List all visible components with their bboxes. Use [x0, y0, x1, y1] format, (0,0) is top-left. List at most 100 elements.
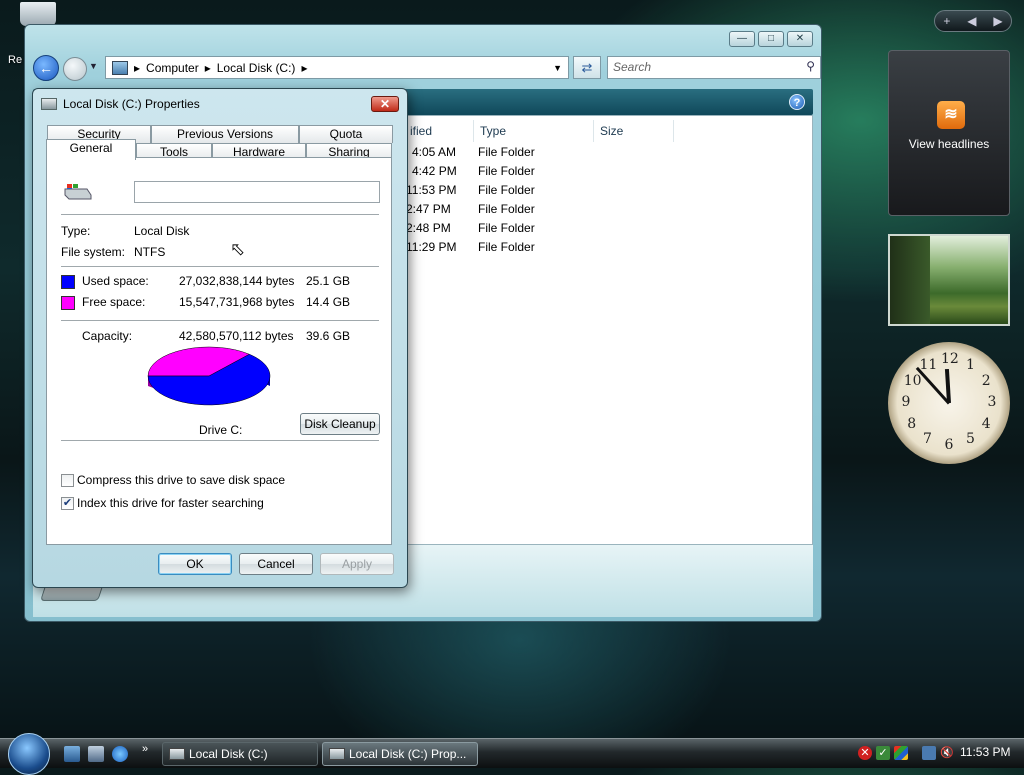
tab-general[interactable]: General: [46, 139, 136, 160]
drive-label: Drive C:: [199, 423, 243, 437]
disk-usage-pie: [147, 346, 271, 406]
taskbar-item-explorer[interactable]: Local Disk (C:): [162, 742, 318, 766]
sidebar-controls: + ◀ ▶: [934, 10, 1012, 32]
used-space-label: Used space:: [82, 274, 149, 288]
index-checkbox[interactable]: ✔: [61, 497, 74, 510]
add-gadget-icon[interactable]: +: [943, 14, 950, 28]
drive-icon: [64, 184, 92, 200]
clock-numeral: 11: [919, 356, 938, 373]
cancel-button[interactable]: Cancel: [239, 553, 313, 575]
feeds-text[interactable]: View headlines: [889, 137, 1009, 151]
free-space-gb: 14.4 GB: [306, 295, 351, 309]
divider: [61, 440, 379, 441]
update-icon[interactable]: ✓: [876, 746, 890, 760]
used-space-gb: 25.1 GB: [306, 274, 351, 288]
internet-explorer-icon[interactable]: [112, 746, 128, 762]
windows-flag-icon[interactable]: [894, 746, 908, 760]
clock-numeral: 8: [907, 415, 917, 432]
free-space-label: Free space:: [82, 295, 146, 309]
taskbar-item-label: Local Disk (C:): [189, 747, 268, 761]
volume-muted-icon[interactable]: 🔇: [940, 746, 954, 760]
cell-type: File Folder: [478, 145, 535, 159]
back-button[interactable]: ←: [33, 55, 59, 81]
address-dropdown-icon[interactable]: ▼: [553, 63, 562, 73]
clock-numeral: 10: [903, 372, 922, 389]
cell-type: File Folder: [478, 202, 535, 216]
previous-icon[interactable]: ◀: [967, 14, 976, 28]
drive-name-input[interactable]: [134, 181, 380, 203]
computer-icon: [112, 60, 128, 75]
quick-launch-overflow-icon[interactable]: »: [142, 743, 158, 759]
clock-gadget[interactable]: 1 2 3 4 5 6 7 8 9 10 11 12: [888, 342, 1010, 464]
clock-numeral: 4: [981, 415, 991, 432]
search-input[interactable]: Search ⚲: [607, 56, 821, 79]
refresh-button[interactable]: ⇄: [573, 56, 601, 79]
capacity-gb: 39.6 GB: [306, 329, 351, 343]
divider: [61, 320, 379, 321]
forward-button[interactable]: [63, 57, 87, 81]
cell-modified: 11:29 PM: [406, 240, 457, 254]
close-button[interactable]: ✕: [787, 31, 813, 47]
window-controls: — □ ✕: [729, 31, 813, 47]
minimize-button[interactable]: —: [729, 31, 755, 47]
cell-modified: 2:47 PM: [406, 202, 451, 216]
search-icon[interactable]: ⚲: [806, 59, 815, 73]
navigation-bar: ← ▼ ▸ Computer ▸ Local Disk (C:) ▸ ▼ ⇄ S…: [33, 55, 821, 81]
cell-type: File Folder: [478, 240, 535, 254]
maximize-button[interactable]: □: [758, 31, 784, 47]
breadcrumb-local-disk[interactable]: Local Disk (C:): [217, 61, 296, 75]
breadcrumb-computer[interactable]: Computer: [146, 61, 199, 75]
show-desktop-icon[interactable]: [64, 746, 80, 762]
cell-modified: 4:42 PM: [412, 164, 457, 178]
capacity-bytes: 42,580,570,112 bytes: [179, 329, 294, 343]
address-separator-icon: ▸: [134, 60, 141, 75]
clock-numeral: 7: [923, 431, 932, 448]
clock-time[interactable]: 11:53 PM: [960, 745, 1010, 759]
dialog-title: Local Disk (C:) Properties: [63, 97, 200, 111]
type-label: Type:: [61, 224, 91, 238]
mouse-cursor-icon: ⬁: [230, 239, 246, 259]
column-header-size[interactable]: Size: [594, 120, 674, 142]
help-icon[interactable]: ?: [789, 94, 805, 110]
security-alert-icon[interactable]: ✕: [858, 746, 872, 760]
used-space-bytes: 27,032,838,144 bytes: [179, 274, 295, 288]
clock-numeral: 6: [944, 437, 954, 453]
cell-type: File Folder: [478, 164, 535, 178]
divider: [61, 266, 379, 267]
clock-numeral: 2: [981, 372, 991, 389]
free-space-swatch: [61, 296, 75, 310]
cell-modified: 4:05 AM: [412, 145, 457, 159]
network-icon[interactable]: [922, 746, 936, 760]
taskbar: » Local Disk (C:) Local Disk (C:) Prop..…: [0, 733, 1024, 775]
cell-type: File Folder: [478, 221, 535, 235]
feed-headlines-gadget[interactable]: ≋ View headlines: [888, 50, 1010, 216]
index-label[interactable]: Index this drive for faster searching: [77, 496, 264, 510]
drive-icon: [41, 98, 57, 110]
address-bar[interactable]: ▸ Computer ▸ Local Disk (C:) ▸ ▼: [105, 56, 569, 79]
dialog-close-button[interactable]: ✕: [371, 96, 399, 112]
ok-button[interactable]: OK: [158, 553, 232, 575]
search-placeholder: Search: [613, 60, 652, 74]
taskbar-item-properties[interactable]: Local Disk (C:) Prop...: [322, 742, 478, 766]
address-separator-icon: ▸: [301, 60, 308, 75]
free-space-bytes: 15,547,731,968 bytes: [179, 295, 295, 309]
recycle-bin-icon[interactable]: [20, 2, 56, 26]
next-icon[interactable]: ▶: [993, 14, 1002, 28]
start-button[interactable]: [8, 733, 50, 775]
history-dropdown-icon[interactable]: ▼: [89, 61, 98, 71]
switch-windows-icon[interactable]: [88, 746, 104, 762]
compress-checkbox[interactable]: [61, 474, 74, 487]
tab-quota[interactable]: Quota: [299, 125, 393, 143]
column-header-type[interactable]: Type: [474, 120, 594, 142]
apply-button[interactable]: Apply: [320, 553, 394, 575]
drive-icon: [329, 748, 345, 760]
tab-previous-versions[interactable]: Previous Versions: [151, 125, 299, 143]
clock-numeral: 1: [966, 356, 975, 373]
slideshow-gadget[interactable]: [888, 234, 1010, 326]
dialog-title-bar: Local Disk (C:) Properties: [41, 95, 200, 113]
taskbar-item-label: Local Disk (C:) Prop...: [349, 747, 467, 761]
compress-label[interactable]: Compress this drive to save disk space: [77, 473, 285, 487]
column-header-date-modified[interactable]: ified: [404, 120, 474, 142]
capacity-label: Capacity:: [82, 329, 133, 343]
disk-cleanup-button[interactable]: Disk Cleanup: [300, 413, 380, 435]
